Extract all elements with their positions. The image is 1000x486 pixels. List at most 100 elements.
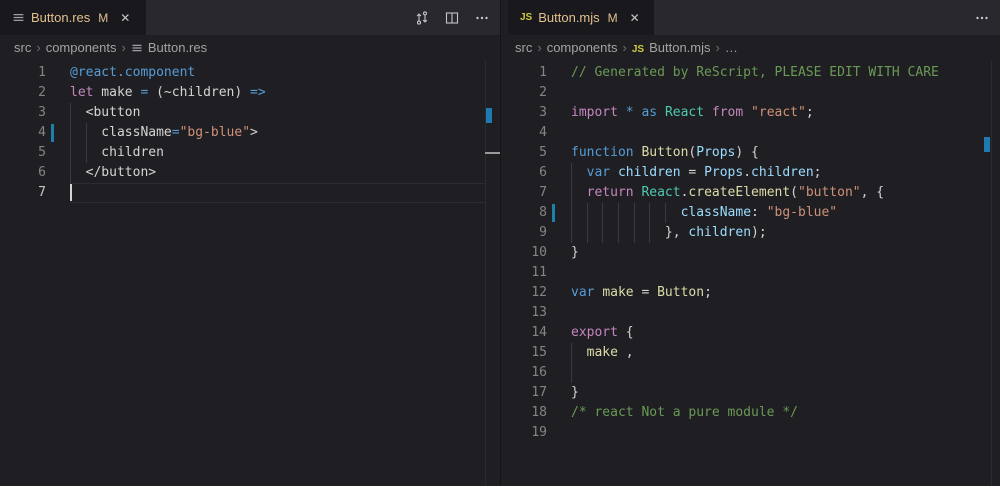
code-token: ) { bbox=[735, 145, 758, 160]
code-token: ; bbox=[704, 285, 712, 300]
gutter bbox=[547, 143, 571, 163]
code-line[interactable]: 4 className="bg-blue"> bbox=[0, 123, 500, 143]
code-line[interactable]: 6 </button> bbox=[0, 163, 500, 183]
code-token: children bbox=[70, 145, 164, 160]
code-token: = bbox=[172, 125, 180, 140]
code-token: ; bbox=[806, 105, 814, 120]
code-token: * as bbox=[626, 105, 657, 120]
code-text: let make = (~children) => bbox=[70, 83, 500, 103]
code-token bbox=[743, 105, 751, 120]
breadcrumb-chevron-icon: › bbox=[623, 40, 627, 55]
code-text: }, children); bbox=[571, 223, 1000, 243]
code-token: Props bbox=[696, 145, 735, 160]
code-token: var bbox=[587, 165, 610, 180]
code-editor-button-res[interactable]: 1@react.component2let make = (~children)… bbox=[0, 60, 500, 486]
code-token bbox=[704, 105, 712, 120]
split-editor-icon[interactable] bbox=[444, 10, 460, 26]
breadcrumb-item[interactable]: JSButton.mjs bbox=[632, 40, 711, 55]
text-cursor bbox=[70, 184, 72, 201]
breadcrumb-item[interactable]: components bbox=[547, 40, 618, 55]
indent-guide bbox=[571, 343, 572, 363]
code-line[interactable]: 13 bbox=[501, 303, 1000, 323]
breadcrumb-item[interactable]: components bbox=[46, 40, 117, 55]
code-line[interactable]: 2 bbox=[501, 83, 1000, 103]
more-actions-icon[interactable] bbox=[974, 10, 990, 26]
breadcrumb-label: Button.mjs bbox=[649, 40, 710, 55]
code-token: => bbox=[250, 85, 266, 100]
code-line[interactable]: 11 bbox=[501, 263, 1000, 283]
code-text: export { bbox=[571, 323, 1000, 343]
gutter bbox=[547, 403, 571, 423]
gutter bbox=[547, 243, 571, 263]
code-line[interactable]: 7 bbox=[0, 183, 500, 203]
code-line[interactable]: 19 bbox=[501, 423, 1000, 443]
code-token: // Generated by ReScript, PLEASE EDIT WI… bbox=[571, 65, 939, 80]
tab-label: Button.res bbox=[31, 10, 90, 25]
breadcrumb-label: … bbox=[725, 40, 738, 55]
close-icon[interactable]: ✕ bbox=[630, 11, 640, 25]
breadcrumb-item[interactable]: Button.res bbox=[131, 40, 207, 55]
indent-guide bbox=[649, 223, 650, 243]
breadcrumb-item[interactable]: src bbox=[515, 40, 532, 55]
breadcrumb-item[interactable]: … bbox=[725, 40, 738, 55]
code-line[interactable]: 5function Button(Props) { bbox=[501, 143, 1000, 163]
code-line[interactable]: 2let make = (~children) => bbox=[0, 83, 500, 103]
code-token: = bbox=[634, 285, 657, 300]
indent-guide bbox=[571, 363, 572, 383]
tab-button-mjs[interactable]: JS Button.mjs M ✕ bbox=[508, 0, 654, 35]
code-line[interactable]: 3 <button bbox=[0, 103, 500, 123]
breadcrumb-item[interactable]: src bbox=[14, 40, 31, 55]
code-line[interactable]: 10} bbox=[501, 243, 1000, 263]
code-line[interactable]: 16 bbox=[501, 363, 1000, 383]
indent-guide bbox=[70, 163, 71, 183]
code-line[interactable]: 9 }, children); bbox=[501, 223, 1000, 243]
code-line[interactable]: 17} bbox=[501, 383, 1000, 403]
code-editor-button-mjs[interactable]: 1// Generated by ReScript, PLEASE EDIT W… bbox=[501, 60, 1000, 486]
code-line[interactable]: 5 children bbox=[0, 143, 500, 163]
code-line[interactable]: 7 return React.createElement("button", { bbox=[501, 183, 1000, 203]
code-line[interactable]: 12var make = Button; bbox=[501, 283, 1000, 303]
code-token bbox=[571, 165, 587, 180]
gutter bbox=[46, 83, 70, 103]
breadcrumb-label: src bbox=[515, 40, 532, 55]
overview-ruler-border bbox=[485, 60, 486, 486]
code-text bbox=[571, 423, 1000, 443]
code-token: className bbox=[681, 205, 751, 220]
gutter bbox=[547, 383, 571, 403]
code-token: "button" bbox=[798, 185, 861, 200]
editor-group-sash[interactable] bbox=[500, 0, 501, 486]
gutter bbox=[547, 363, 571, 383]
vscode-editor-groups: Button.res M ✕ bbox=[0, 0, 1000, 486]
close-icon[interactable]: ✕ bbox=[120, 11, 130, 25]
code-line[interactable]: 1@react.component bbox=[0, 63, 500, 83]
overview-modified-mark bbox=[984, 137, 990, 152]
code-line[interactable]: 15 make , bbox=[501, 343, 1000, 363]
code-line[interactable]: 4 bbox=[501, 123, 1000, 143]
code-token: }, bbox=[571, 225, 688, 240]
line-number: 3 bbox=[501, 103, 547, 123]
gutter bbox=[46, 103, 70, 123]
code-line[interactable]: 18/* react Not a pure module */ bbox=[501, 403, 1000, 423]
code-line[interactable]: 6 var children = Props.children; bbox=[501, 163, 1000, 183]
code-line[interactable]: 8 className: "bg-blue" bbox=[501, 203, 1000, 223]
editor-group-left: Button.res M ✕ bbox=[0, 0, 500, 486]
code-token: } bbox=[571, 385, 579, 400]
open-changes-icon[interactable] bbox=[414, 10, 430, 26]
tab-button-res[interactable]: Button.res M ✕ bbox=[0, 0, 146, 35]
code-text bbox=[70, 183, 500, 203]
code-token: make bbox=[93, 85, 140, 100]
code-token: let bbox=[70, 85, 93, 100]
code-text: </button> bbox=[70, 163, 500, 183]
modified-badge: M bbox=[98, 11, 108, 25]
code-line[interactable]: 1// Generated by ReScript, PLEASE EDIT W… bbox=[501, 63, 1000, 83]
code-text: } bbox=[571, 383, 1000, 403]
code-token: children bbox=[618, 165, 681, 180]
line-number: 11 bbox=[501, 263, 547, 283]
indent-guide bbox=[571, 203, 572, 223]
code-line[interactable]: 3import * as React from "react"; bbox=[501, 103, 1000, 123]
more-actions-icon[interactable] bbox=[474, 10, 490, 26]
overview-modified-mark bbox=[486, 108, 492, 123]
code-token: <button bbox=[70, 105, 140, 120]
code-line[interactable]: 14export { bbox=[501, 323, 1000, 343]
indent-guide bbox=[86, 143, 87, 163]
